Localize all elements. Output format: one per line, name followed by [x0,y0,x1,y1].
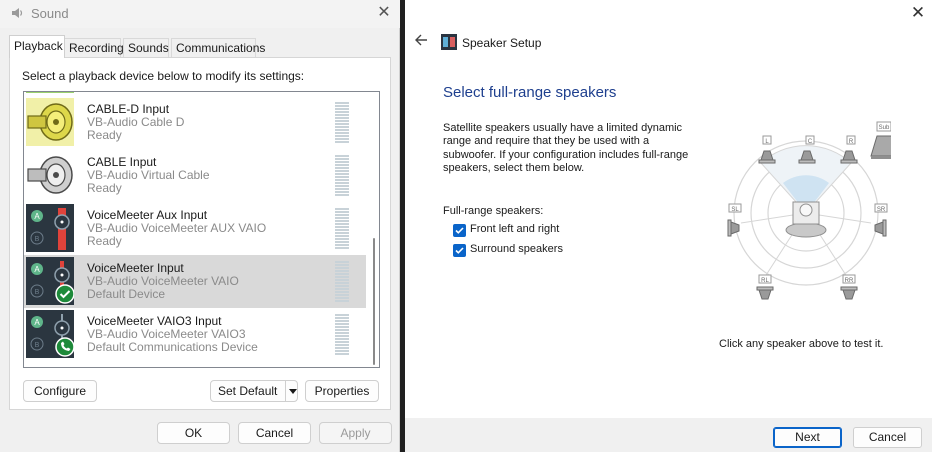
speaker-label-c: C [808,139,813,145]
speaker-setup-icon [441,34,457,50]
device-driver: VB-Audio Virtual Cable [87,168,210,182]
device-driver: VB-Audio Cable D [87,115,185,129]
speaker-surround-right-icon[interactable]: SR [874,203,888,237]
surround-checkbox[interactable] [453,244,466,257]
front-lr-checkbox[interactable] [453,224,466,237]
tab-communications[interactable]: Communications [171,38,265,57]
set-default-dropdown[interactable] [285,381,299,401]
surround-label: Surround speakers [470,243,563,255]
speaker-label-sl: SL [731,207,739,213]
tab-playback[interactable]: Playback [9,35,65,58]
level-meter [335,261,349,303]
page-title: Select full-range speakers [443,84,617,101]
voicemeeter-aux-icon: A B [26,204,74,252]
svg-text:A: A [34,212,40,221]
tab-recording[interactable]: Recording [64,38,124,57]
sound-titlebar: Sound ✕ [0,0,400,28]
apply-button[interactable]: Apply [319,422,392,444]
level-meter [335,102,349,144]
cable-d-icon [26,98,74,146]
speaker-setup-dialog: ✕ Speaker Setup Select full-range speake… [405,0,932,452]
speaker-label-r: R [849,139,854,145]
speaker-rear-left-icon[interactable]: RL [756,274,774,300]
cable-icon [26,92,74,93]
speaker-label-sub: Sub [879,125,890,131]
speaker-label-rr: RR [845,278,854,284]
device-status: Default Device [87,287,166,301]
next-button[interactable]: Next [773,427,842,448]
speaker-front-right-icon[interactable]: R [840,135,858,164]
svg-text:A: A [34,318,40,327]
sound-title: Sound [31,6,69,21]
cable-icon [26,151,74,199]
device-status: Ready [87,181,122,195]
level-meter [335,155,349,197]
level-meter [335,314,349,356]
sound-close-icon[interactable]: ✕ [374,4,394,24]
setup-close-icon[interactable]: ✕ [908,3,928,23]
device-driver: VB-Audio VoiceMeeter AUX VAIO [87,221,267,235]
device-list-scrollbar[interactable] [368,92,379,367]
set-default-button[interactable]: Set Default [218,381,277,401]
setup-window-title: Speaker Setup [462,36,542,50]
device-status: Ready [87,128,122,142]
list-item[interactable]: A B VoiceMeeter Aux Input VB-Audio Voice… [24,202,366,255]
checkmark-icon [455,247,464,254]
device-name: VoiceMeeter Input [87,261,184,275]
device-driver: VB-Audio VoiceMeeter VAIO3 [87,327,246,341]
device-name: VoiceMeeter VAIO3 Input [87,314,222,328]
voicemeeter-vaio3-icon: A B [26,310,75,358]
speaker-setup-content: ✕ Speaker Setup Select full-range speake… [405,0,932,418]
list-item[interactable]: A B VoiceMeeter VAIO3 Input VB-Audio Voi… [24,308,366,361]
chevron-down-icon [289,389,297,394]
playback-panel: Select a playback device below to modify… [9,57,391,410]
ok-button[interactable]: OK [157,422,230,444]
speaker-label-sr: SR [877,207,886,213]
device-driver: VB-Audio VoiceMeeter VAIO [87,274,239,288]
list-item[interactable]: CABLE Input VB-Audio Virtual Cable Ready [24,149,366,202]
tab-sounds[interactable]: Sounds [123,38,169,57]
full-range-label: Full-range speakers: [443,205,544,217]
test-hint: Click any speaker above to test it. [719,338,884,350]
voicemeeter-icon: A B [26,257,75,305]
device-name: VoiceMeeter Aux Input [87,208,208,222]
device-name: CABLE-D Input [87,102,170,116]
sound-dialog: Sound ✕ Playback Recording Sounds Commun… [0,0,400,452]
list-item-selected[interactable]: A B VoiceMeeter Input VB-Audio VoiceMeet… [24,255,366,308]
back-arrow-icon[interactable] [411,32,431,52]
svg-text:B: B [35,236,40,243]
checkmark-icon [455,227,464,234]
description-text: Satellite speakers usually have a limite… [443,122,689,174]
device-name: CABLE Input [87,155,157,169]
front-lr-label: Front left and right [470,223,560,235]
configure-button[interactable]: Configure [23,380,97,402]
set-default-split-button[interactable]: Set Default [210,380,298,402]
device-list[interactable]: CABLE-D Input VB-Audio Cable D Ready CAB [23,91,380,368]
svg-text:B: B [35,342,40,349]
scrollbar-thumb[interactable] [373,238,375,365]
cancel-button[interactable]: Cancel [238,422,311,444]
speaker-diagram: L C R Sub SL SR RL RR [727,121,891,300]
playback-instruction: Select a playback device below to modify… [22,69,305,83]
level-meter [335,208,349,250]
speaker-rear-right-icon[interactable]: RR [840,274,858,300]
device-status: Default Communications Device [87,340,258,354]
speaker-label-rl: RL [761,278,769,284]
setup-cancel-button[interactable]: Cancel [853,427,922,448]
svg-text:B: B [35,289,40,296]
device-status: Ready [87,234,122,248]
list-item[interactable]: CABLE-D Input VB-Audio Cable D Ready [24,96,366,149]
subwoofer-icon[interactable]: Sub [870,121,891,159]
properties-button[interactable]: Properties [305,380,379,402]
speaker-app-icon [10,6,24,20]
svg-text:A: A [34,265,40,274]
